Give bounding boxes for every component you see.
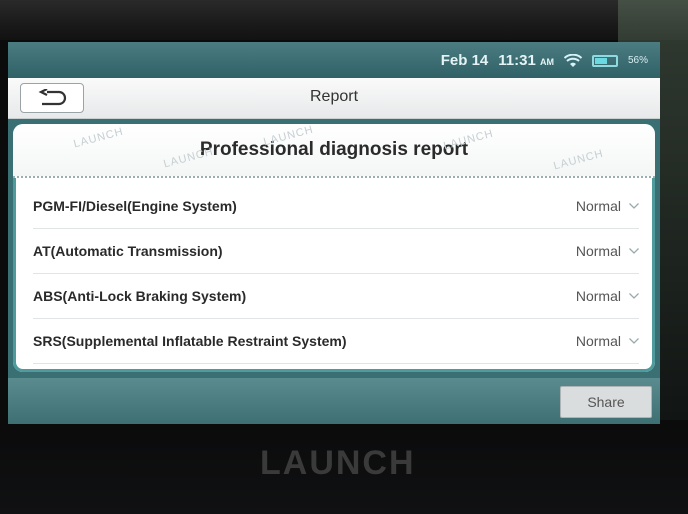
bottom-action-bar: Share	[8, 378, 660, 424]
row-status: Normal	[576, 288, 639, 304]
status-text: Normal	[575, 288, 621, 304]
status-date: Feb 14	[440, 52, 489, 69]
row-status: Normal	[576, 198, 639, 214]
title-bar: Report	[8, 78, 660, 119]
device-screen: Feb 14 11:31 AM 56% Report LAUNCH LAUNCH…	[8, 42, 660, 424]
wifi-icon	[563, 53, 582, 67]
row-label: AT(Automatic Transmission)	[33, 243, 223, 259]
report-row-engine[interactable]: PGM-FI/Diesel(Engine System) Normal	[33, 184, 639, 229]
status-items: Feb 14 11:31 AM 56%	[441, 52, 648, 69]
status-time: 11:31 AM	[498, 52, 554, 69]
share-button[interactable]: Share	[560, 386, 652, 418]
status-text: Normal	[575, 243, 621, 259]
row-label: ABS(Anti-Lock Braking System)	[33, 288, 247, 304]
device-bezel-top	[0, 0, 688, 40]
chevron-down-icon[interactable]	[629, 203, 639, 209]
battery-icon	[591, 54, 618, 67]
chevron-down-icon[interactable]	[629, 293, 639, 299]
report-row-transmission[interactable]: AT(Automatic Transmission) Normal	[33, 229, 639, 274]
battery-percent: 56%	[627, 55, 648, 66]
report-panel: LAUNCH LAUNCH LAUNCH LAUNCH LAUNCH Profe…	[13, 124, 655, 372]
row-status: Normal	[576, 243, 639, 259]
status-bar: Feb 14 11:31 AM 56%	[8, 42, 660, 78]
chevron-down-icon[interactable]	[629, 248, 639, 254]
status-time-value: 11:31	[498, 52, 536, 69]
row-status: Normal	[576, 333, 639, 349]
page-title: Report	[309, 88, 359, 105]
report-list: PGM-FI/Diesel(Engine System) Normal AT(A…	[13, 178, 655, 364]
report-row-srs[interactable]: SRS(Supplemental Inflatable Restraint Sy…	[33, 319, 639, 364]
report-row-abs[interactable]: ABS(Anti-Lock Braking System) Normal	[33, 274, 639, 319]
row-label: PGM-FI/Diesel(Engine System)	[33, 198, 237, 214]
row-label: SRS(Supplemental Inflatable Restraint Sy…	[33, 333, 347, 349]
status-text: Normal	[575, 198, 621, 214]
status-text: Normal	[575, 333, 621, 349]
chevron-down-icon[interactable]	[629, 338, 639, 344]
brand-logo: LAUNCH	[260, 444, 416, 482]
battery-fill	[594, 57, 608, 64]
status-time-suffix: AM	[539, 57, 554, 67]
